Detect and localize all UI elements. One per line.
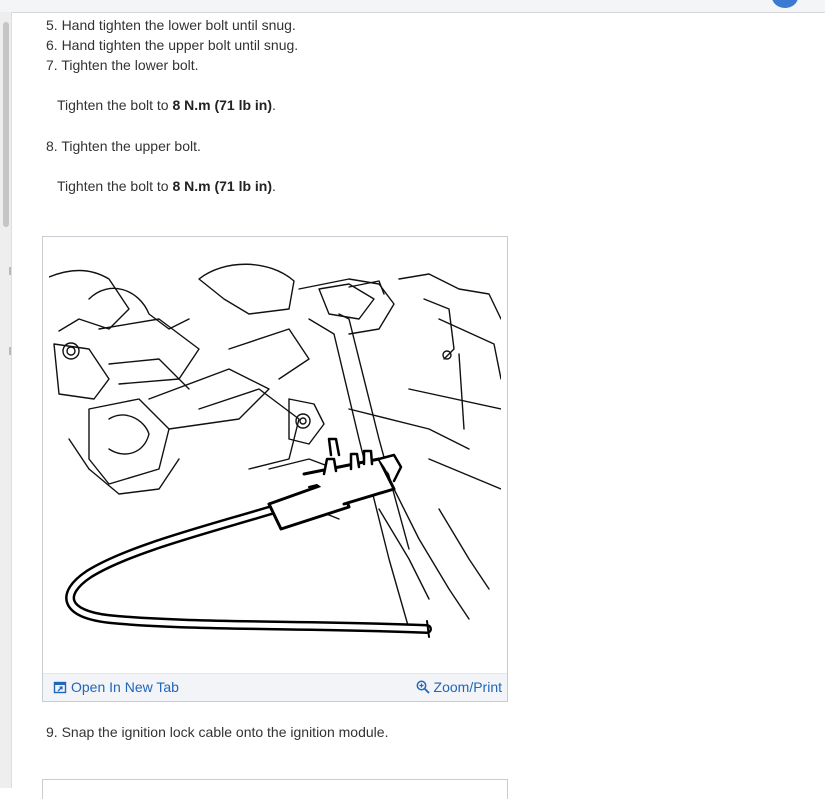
torque-note-prefix: Tighten the bolt to (57, 178, 173, 194)
torque-note-prefix: Tighten the bolt to (57, 97, 173, 113)
zoom-print-link[interactable]: Zoom/Print (416, 679, 502, 695)
step-9-text: 9. Snap the ignition lock cable onto the… (46, 724, 389, 740)
step-6-text: 6. Hand tighten the upper bolt until snu… (46, 37, 299, 53)
scrollbar-marker (9, 347, 11, 355)
user-avatar[interactable] (772, 0, 798, 8)
zoom-in-icon (416, 680, 430, 694)
scrollbar-thumb[interactable] (3, 22, 9, 227)
open-in-new-tab-icon (53, 680, 67, 694)
step-5-text: 5. Hand tighten the lower bolt until snu… (46, 17, 296, 33)
ignition-cable-figure: Open In New Tab Zoom/Print (42, 236, 508, 702)
torque-note-lower: Tighten the bolt to 8 N.m (71 lb in). (57, 96, 276, 114)
ignition-lock-cable-illustration (49, 263, 501, 638)
torque-note-suffix: . (272, 97, 276, 113)
vertical-scrollbar[interactable] (0, 12, 12, 788)
torque-spec: 8 N.m (71 lb in) (172, 97, 273, 113)
figure-footer: Open In New Tab Zoom/Print (43, 673, 507, 701)
open-in-new-tab-link[interactable]: Open In New Tab (53, 679, 179, 695)
zoom-print-label: Zoom/Print (433, 679, 502, 695)
scrollbar-marker (9, 267, 11, 275)
torque-spec: 8 N.m (71 lb in) (172, 178, 273, 194)
step-8-text: 8. Tighten the upper bolt. (46, 138, 201, 154)
torque-note-upper: Tighten the bolt to 8 N.m (71 lb in). (57, 177, 276, 195)
top-header-bar (0, 0, 825, 13)
open-in-new-tab-label: Open In New Tab (71, 679, 179, 695)
next-figure-frame (42, 779, 508, 799)
torque-note-suffix: . (272, 178, 276, 194)
step-7-text: 7. Tighten the lower bolt. (46, 57, 199, 73)
